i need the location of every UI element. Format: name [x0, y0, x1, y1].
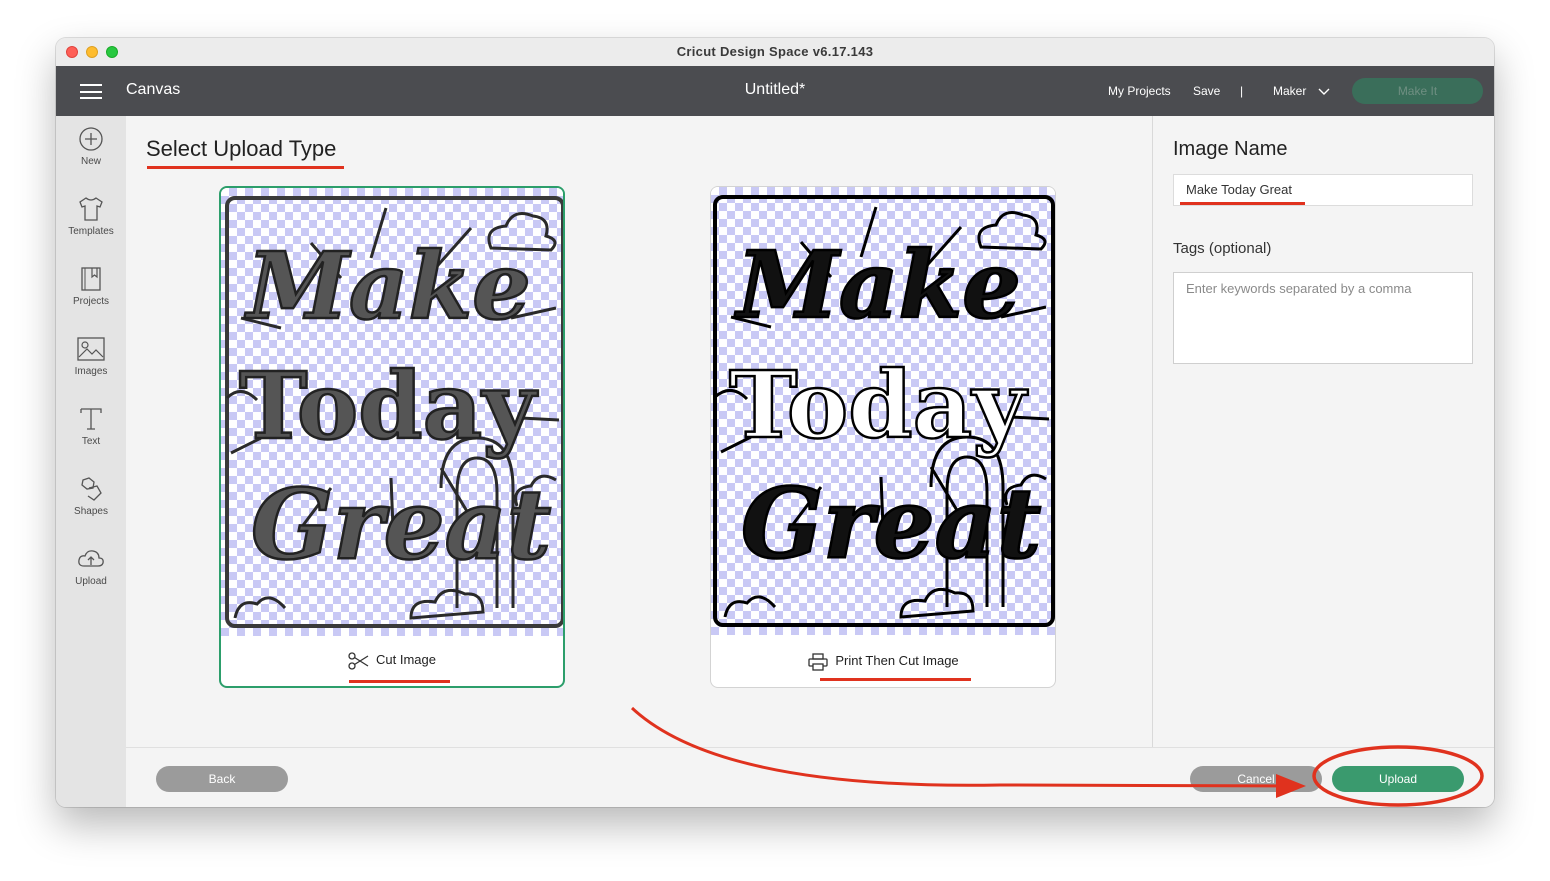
top-header: Canvas Untitled* My Projects Save | Make… [56, 66, 1494, 116]
printer-icon [808, 652, 828, 671]
window-title: Cricut Design Space v6.17.143 [676, 44, 874, 59]
print-then-cut-label: Print Then Cut Image [835, 653, 959, 668]
art-word-make: Make [734, 231, 1021, 339]
image-preview: Make Today Great [221, 188, 563, 636]
back-button[interactable]: Back [156, 766, 288, 792]
sidebar-item-projects[interactable]: Projects [56, 266, 126, 307]
image-name-input[interactable]: Make Today Great [1173, 174, 1473, 206]
make-it-button[interactable]: Make It [1352, 78, 1483, 104]
shapes-icon [81, 477, 102, 501]
tags-textarea[interactable]: Enter keywords separated by a comma [1173, 272, 1473, 364]
sidebar-item-label: Shapes [74, 506, 108, 517]
page-title: Select Upload Type [146, 136, 337, 161]
image-icon [77, 337, 105, 361]
cancel-button[interactable]: Cancel [1190, 766, 1322, 792]
art-word-great: Great [741, 467, 1041, 580]
right-panel: Image Name Make Today Great Tags (option… [1152, 116, 1494, 747]
art-word-make: Make [244, 232, 531, 340]
cut-image-label: Cut Image [376, 652, 436, 667]
sidebar-item-shapes[interactable]: Shapes [56, 476, 126, 517]
left-sidebar: New Templates Projects Images Text Shape… [56, 116, 126, 807]
bookmark-book-icon [81, 267, 101, 291]
art-word-today: Today [239, 352, 538, 460]
card-label: Print Then Cut Image [711, 635, 1055, 687]
save-link[interactable]: Save [1193, 84, 1220, 98]
chevron-down-icon [1318, 88, 1330, 95]
artwork-svg: Make Today Great [713, 195, 1055, 627]
my-projects-link[interactable]: My Projects [1108, 84, 1171, 98]
sidebar-item-text[interactable]: Text [56, 406, 126, 447]
sidebar-item-label: Upload [75, 576, 107, 587]
image-preview: Make Today Great [711, 187, 1055, 635]
app-window: Cricut Design Space v6.17.143 Canvas Unt… [56, 38, 1494, 807]
footer-bar: Back Cancel Upload [126, 747, 1494, 807]
sidebar-item-templates[interactable]: Templates [56, 196, 126, 237]
text-t-icon [80, 408, 102, 430]
sidebar-item-label: Text [81, 436, 101, 447]
image-name-label: Image Name [1173, 138, 1288, 160]
cloud-upload-icon [78, 550, 104, 567]
sidebar-item-label: New [80, 156, 101, 167]
machine-label: Maker [1273, 84, 1307, 98]
header-separator: | [1240, 84, 1244, 98]
main-content: Select Upload Type Make Today Great Cut … [126, 116, 1152, 747]
tshirt-icon [79, 197, 103, 221]
sidebar-item-label: Images [74, 366, 108, 377]
sidebar-item-new[interactable]: New [56, 126, 126, 167]
print-then-cut-card[interactable]: Make Today Great Print Then Cut Image [710, 186, 1056, 688]
scissors-icon [348, 651, 369, 670]
sidebar-item-label: Templates [68, 226, 114, 237]
sidebar-item-upload[interactable]: Upload [56, 546, 126, 587]
sidebar-item-label: Projects [72, 296, 110, 307]
artwork-svg: Make Today Great [225, 196, 563, 628]
art-word-today: Today [729, 351, 1028, 459]
art-word-great: Great [251, 468, 551, 581]
sidebar-item-images[interactable]: Images [56, 336, 126, 377]
tags-label: Tags (optional) [1173, 240, 1272, 257]
plus-circle-icon [79, 127, 103, 151]
title-bar: Cricut Design Space v6.17.143 [56, 38, 1494, 67]
machine-selector[interactable]: Maker [1273, 84, 1330, 98]
upload-button[interactable]: Upload [1332, 766, 1464, 792]
card-label: Cut Image [221, 634, 563, 686]
cut-image-card[interactable]: Make Today Great Cut Image [219, 186, 565, 688]
